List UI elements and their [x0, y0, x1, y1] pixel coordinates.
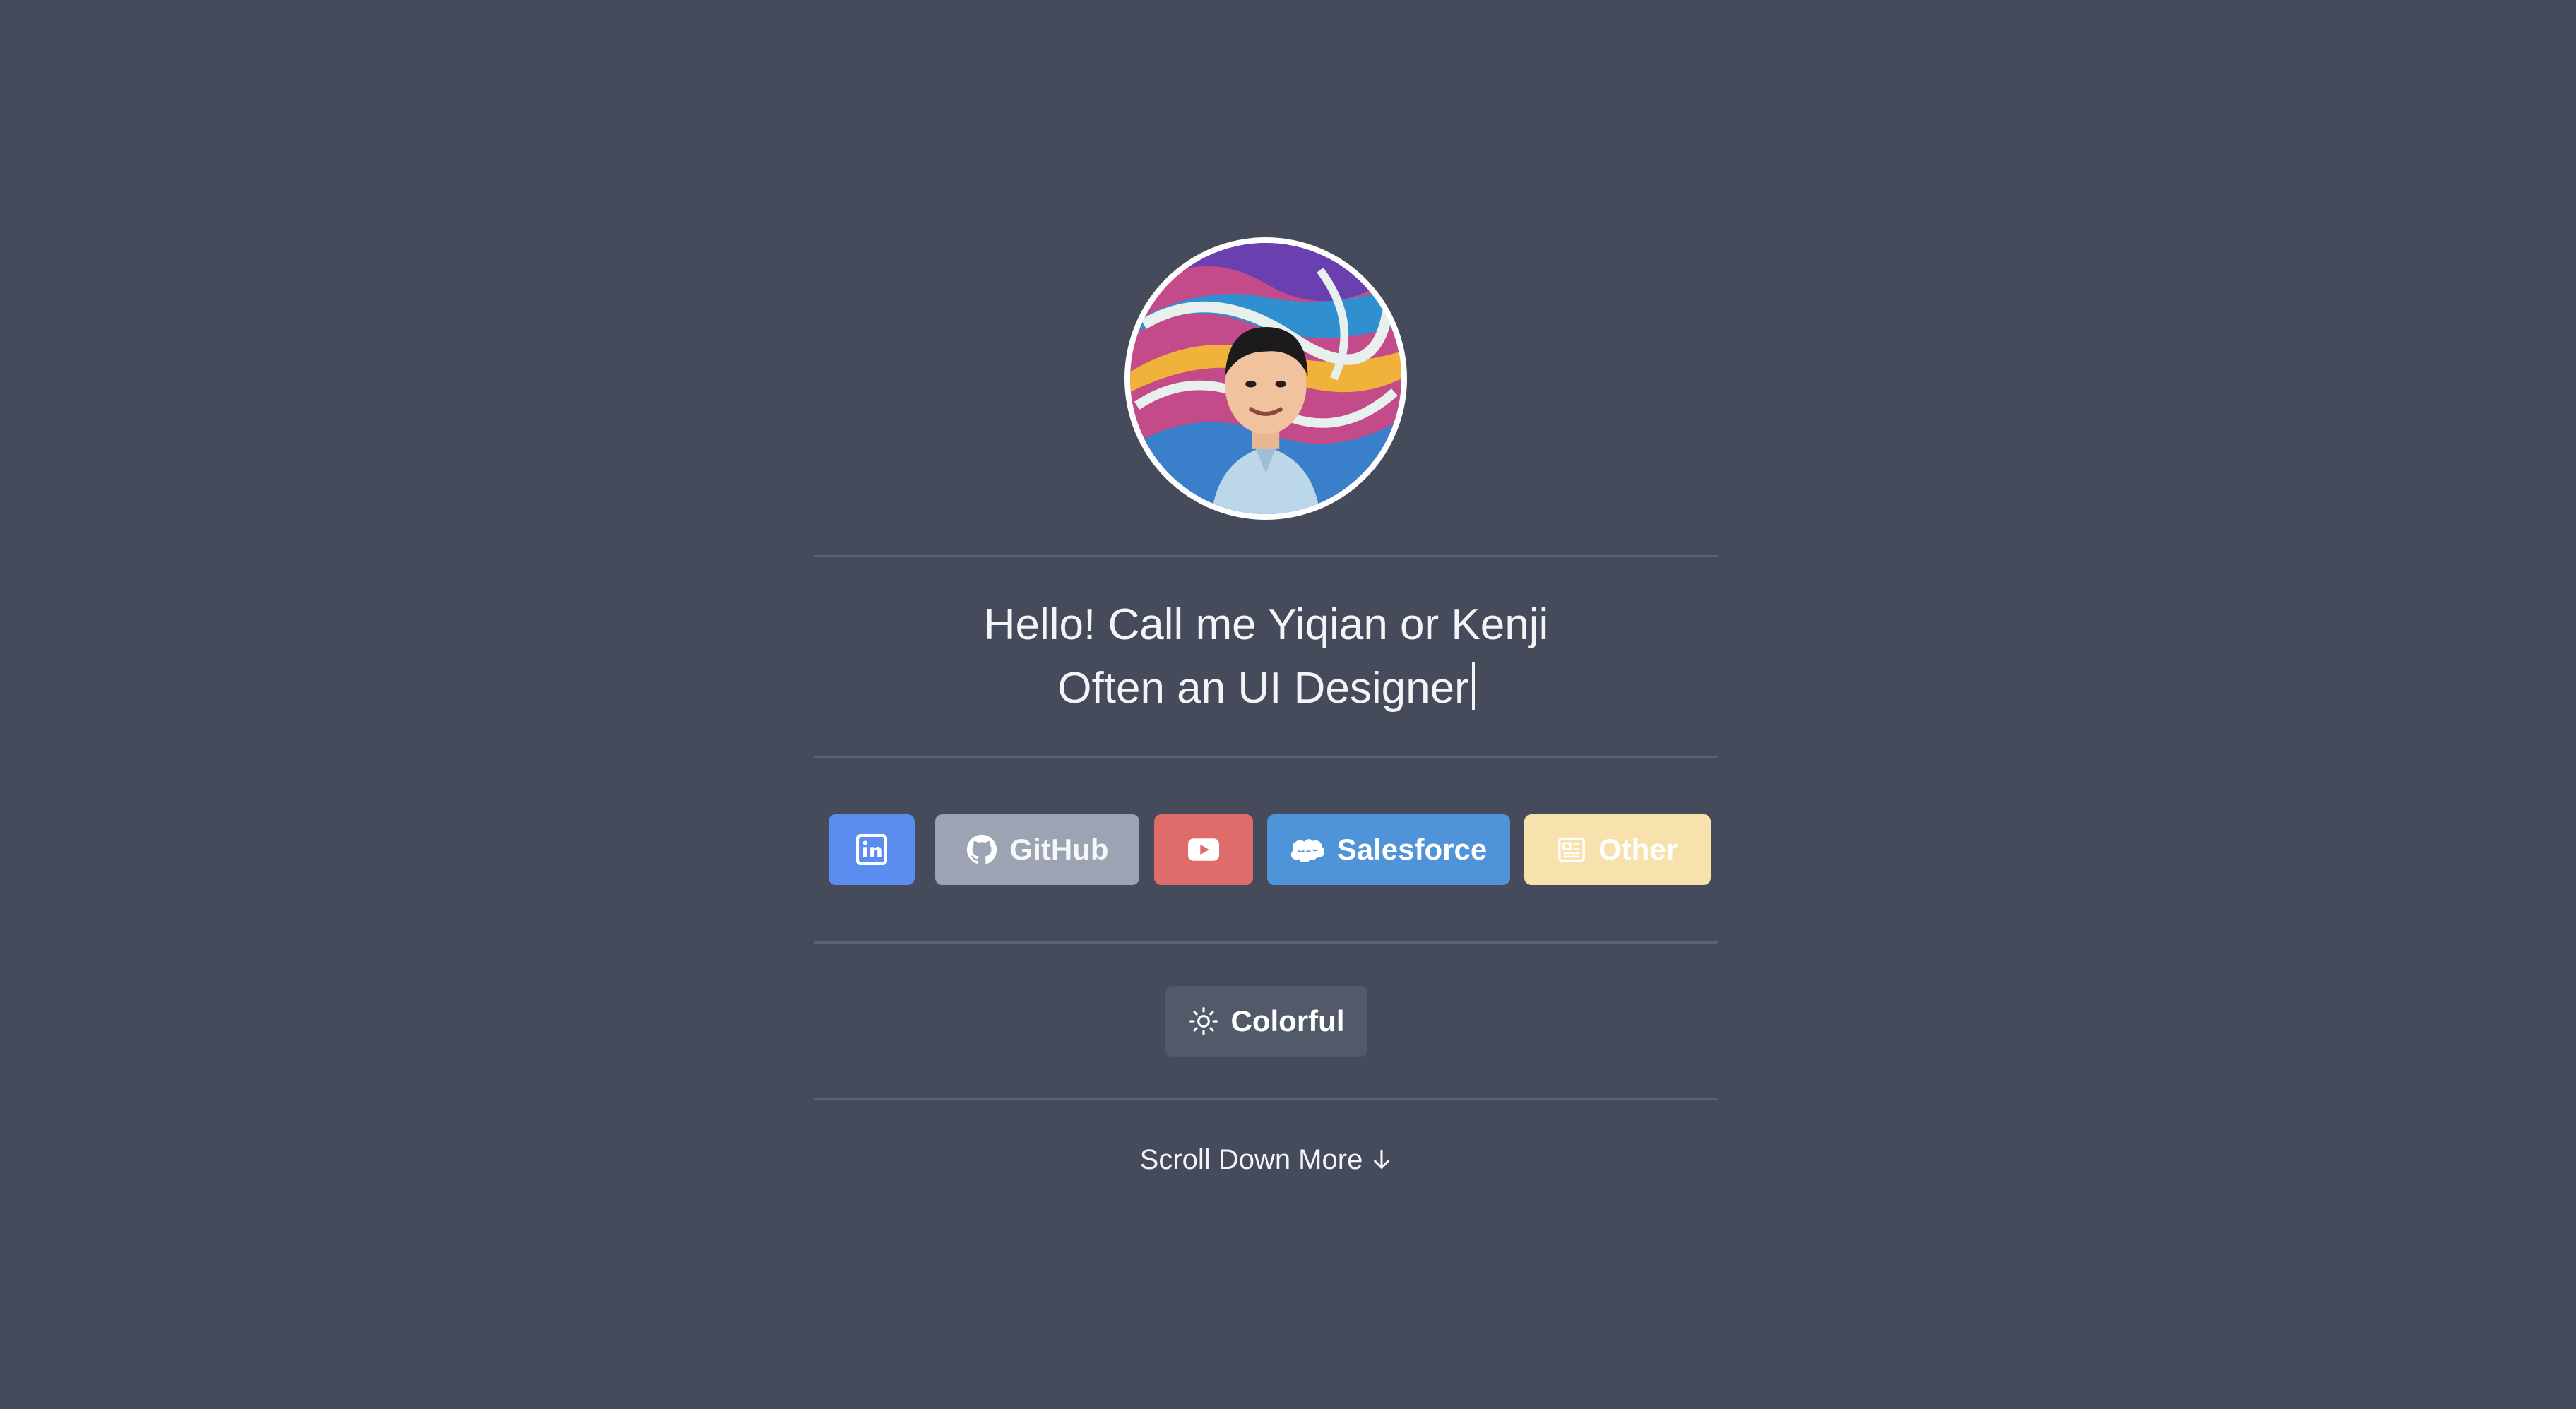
github-icon [966, 834, 997, 864]
divider [814, 756, 1718, 758]
github-label: GitHub [1009, 833, 1109, 866]
scroll-down-label: Scroll Down More [1139, 1143, 1363, 1175]
profile-photo [1130, 243, 1401, 514]
divider [814, 1098, 1718, 1100]
greeting-line-1: Hello! Call me Yiqian or Kenji [983, 600, 1549, 649]
divider [814, 555, 1718, 557]
youtube-icon [1188, 838, 1219, 861]
typing-caret [1471, 662, 1475, 710]
arrow-down-icon [1374, 1149, 1390, 1169]
newspaper-icon [1558, 837, 1585, 862]
divider [814, 941, 1718, 944]
github-button[interactable]: GitHub [935, 814, 1139, 885]
greeting-line-2: Often an UI Designer [814, 657, 1718, 720]
linkedin-button[interactable] [829, 814, 915, 885]
other-button[interactable]: Other [1524, 814, 1711, 885]
avatar [1124, 237, 1407, 520]
scroll-down-link[interactable]: Scroll Down More [814, 1140, 1718, 1179]
salesforce-button[interactable]: Salesforce [1267, 814, 1510, 885]
greeting-text: Hello! Call me Yiqian or Kenji Often an … [814, 593, 1718, 720]
theme-toggle-label: Colorful [1230, 1004, 1345, 1038]
salesforce-cloud-icon [1290, 839, 1324, 862]
theme-toggle-button[interactable]: Colorful [1165, 986, 1367, 1057]
typed-role-text: Often an UI Designer [1057, 664, 1469, 713]
other-label: Other [1598, 833, 1678, 866]
salesforce-label: Salesforce [1336, 833, 1488, 866]
linkedin-icon [856, 834, 887, 865]
sun-icon [1189, 1007, 1218, 1035]
youtube-button[interactable] [1154, 814, 1253, 885]
landing-page: Hello! Call me Yiqian or Kenji Often an … [0, 0, 2576, 1409]
